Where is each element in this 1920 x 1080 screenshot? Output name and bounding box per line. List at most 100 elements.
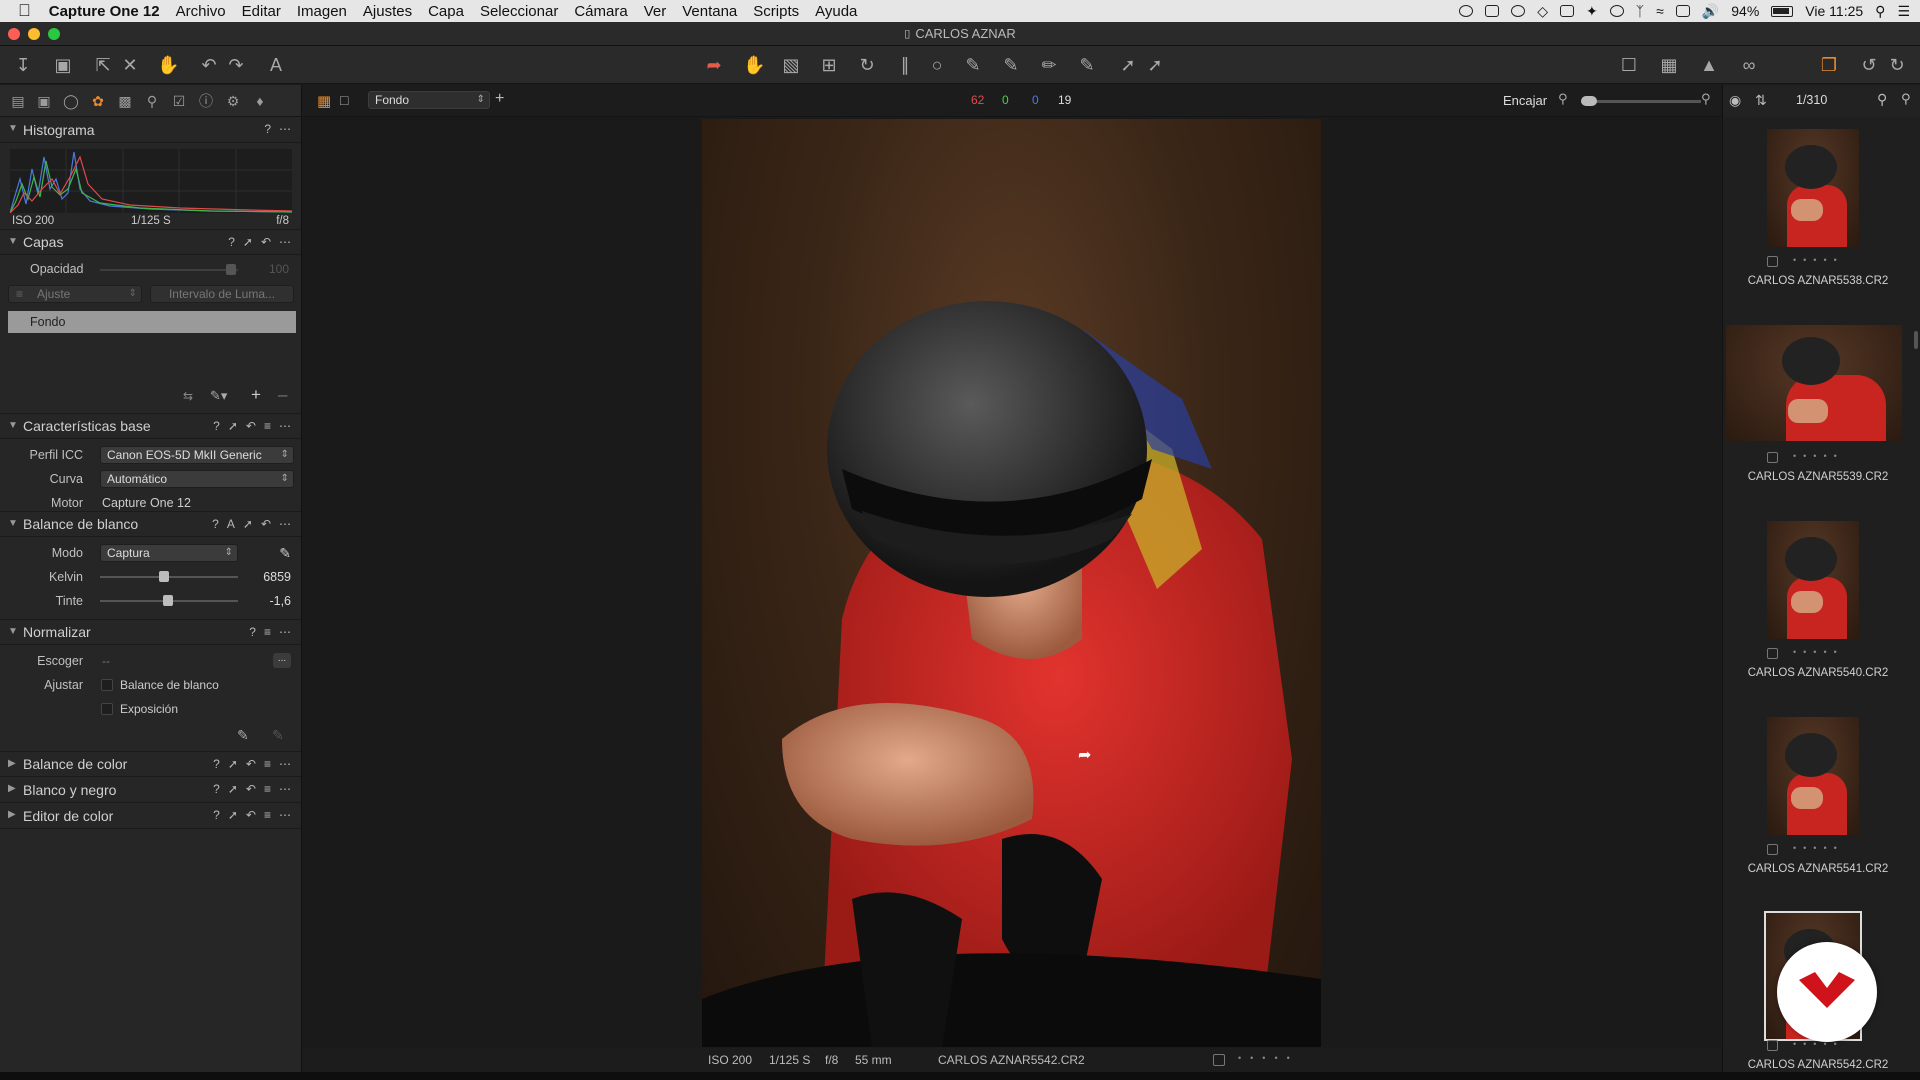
curve-dropdown[interactable]: Automático ⇕: [100, 470, 294, 488]
normalize-header[interactable]: ▼ Normalizar ? ≡ ⋯: [0, 619, 301, 645]
layers-header[interactable]: ▼ Capas ? ➚ ↶ ⋯: [0, 229, 301, 255]
apply-color-icon[interactable]: ✎: [272, 727, 284, 744]
picker-icon[interactable]: ➚: [1117, 54, 1139, 76]
tool-icon[interactable]: ✦: [1586, 3, 1598, 20]
presets-icon[interactable]: ≡: [264, 808, 271, 822]
refresh-icon[interactable]: ↻: [1886, 54, 1908, 76]
copy-icon[interactable]: ➚: [228, 419, 238, 433]
bluetooth-icon[interactable]: ᛉ: [1636, 3, 1644, 19]
grid-icon[interactable]: ▦: [1658, 54, 1680, 76]
image-viewer[interactable]: ➦: [303, 118, 1721, 1052]
opacity-value[interactable]: 100: [269, 262, 289, 276]
proof-icon[interactable]: ☐: [1618, 54, 1640, 76]
record-icon[interactable]: [1459, 5, 1474, 17]
layer-row[interactable]: Fondo: [8, 311, 296, 333]
thumbnail-item[interactable]: ••••• CARLOS AZNAR5540.CR2: [1723, 509, 1920, 705]
help-icon[interactable]: ?: [249, 625, 256, 639]
opacity-slider[interactable]: [100, 264, 238, 275]
star-rating[interactable]: •••••: [1238, 1053, 1299, 1063]
zoom-fit-label[interactable]: Encajar: [1503, 93, 1547, 108]
thumbnail-item[interactable]: ••••• CARLOS AZNAR5541.CR2: [1723, 705, 1920, 901]
thumbnail-checkbox[interactable]: [1767, 256, 1778, 267]
details-tab-icon[interactable]: ⚲: [144, 93, 160, 109]
close-window-button[interactable]: [8, 28, 20, 40]
reset-icon[interactable]: ↶: [246, 808, 256, 822]
zoom-browser-icon[interactable]: ⚲: [1901, 91, 1911, 107]
menu-ventana[interactable]: Ventana: [682, 3, 737, 20]
tint-slider-knob[interactable]: [162, 595, 173, 606]
eyedropper-icon[interactable]: ✎: [279, 545, 291, 562]
tint-value[interactable]: -1,6: [249, 594, 291, 608]
wb-checkbox[interactable]: [101, 679, 113, 691]
gradient-mask-icon[interactable]: ✏: [1038, 54, 1060, 76]
help-icon[interactable]: ?: [213, 782, 220, 796]
help-icon[interactable]: ?: [213, 419, 220, 433]
delete-icon[interactable]: ✕: [119, 54, 141, 76]
eye-icon[interactable]: ◉: [1729, 92, 1741, 109]
reset-icon[interactable]: ↶: [261, 235, 271, 249]
thumbnail-rating[interactable]: •••••: [1793, 451, 1844, 461]
menu-camara[interactable]: Cámara: [574, 3, 627, 20]
more-icon[interactable]: ⋯: [279, 782, 291, 796]
status-select-checkbox[interactable]: [1213, 1054, 1225, 1066]
wb-mode-dropdown[interactable]: Captura ⇕: [100, 544, 238, 562]
more-icon[interactable]: ⋯: [279, 235, 291, 249]
battery-icon[interactable]: [1771, 5, 1794, 17]
exposure-tab-icon[interactable]: ▩: [117, 93, 133, 109]
black-white-header[interactable]: ▶ Blanco y negro ? ➚ ↶ ≡ ⋯: [0, 777, 301, 803]
thumbnail-checkbox[interactable]: [1767, 648, 1778, 659]
zoom-out-icon[interactable]: ⚲: [1558, 91, 1568, 107]
copy-icon[interactable]: ➚: [228, 782, 238, 796]
swap-icon[interactable]: ⇆: [183, 389, 193, 403]
menu-capa[interactable]: Capa: [428, 3, 464, 20]
reset-icon[interactable]: ↶: [261, 517, 271, 531]
help-icon[interactable]: ?: [213, 757, 220, 771]
rotate-icon[interactable]: ↻: [856, 54, 878, 76]
thumbnail-rating[interactable]: •••••: [1793, 255, 1844, 265]
thumbnail-checkbox[interactable]: [1767, 844, 1778, 855]
loupe-icon[interactable]: ▧: [780, 54, 802, 76]
more-icon[interactable]: ⋯: [279, 625, 291, 639]
display-icon[interactable]: [1485, 5, 1500, 17]
luma-range-button[interactable]: Intervalo de Luma...: [150, 285, 294, 303]
help-icon[interactable]: ?: [264, 122, 271, 136]
import-icon[interactable]: ↧: [12, 54, 34, 76]
menu-archivo[interactable]: Archivo: [176, 3, 226, 20]
menu-imagen[interactable]: Imagen: [297, 3, 347, 20]
warning-icon[interactable]: ▲: [1698, 54, 1720, 76]
sort-icon[interactable]: ⇅: [1755, 92, 1767, 109]
reset-icon[interactable]: ↺: [1858, 54, 1880, 76]
brush-menu-icon[interactable]: ✎▾: [210, 388, 227, 404]
notification-center-icon[interactable]: ☰: [1897, 3, 1910, 20]
redo-icon[interactable]: ↷: [225, 54, 247, 76]
spot-removal-icon[interactable]: ○: [926, 54, 948, 76]
thumbnail-image[interactable]: [1767, 129, 1859, 247]
icc-profile-dropdown[interactable]: Canon EOS-5D MkII Generic ⇕: [100, 446, 294, 464]
menu-seleccionar[interactable]: Seleccionar: [480, 3, 558, 20]
exposure-checkbox[interactable]: [101, 703, 113, 715]
kelvin-slider-knob[interactable]: [158, 571, 169, 582]
grid-view-icon[interactable]: ▦: [317, 92, 331, 110]
layers-copy-icon[interactable]: ❐: [1818, 54, 1840, 76]
export-icon[interactable]: ⇱: [92, 54, 114, 76]
thumbnail-image[interactable]: [1767, 521, 1859, 639]
help-icon[interactable]: ?: [228, 235, 235, 249]
creative-cloud-icon[interactable]: [1511, 5, 1526, 17]
compare-icon[interactable]: ∞: [1738, 54, 1760, 76]
reset-icon[interactable]: ↶: [246, 419, 256, 433]
text-icon[interactable]: A: [265, 54, 287, 76]
hand-icon[interactable]: ✋: [157, 54, 179, 76]
dropbox-icon[interactable]: ◇: [1537, 3, 1548, 20]
copy-adjustments-icon[interactable]: ➚: [1144, 54, 1166, 76]
thumbnail-image[interactable]: [1767, 717, 1859, 835]
output-tab-icon[interactable]: ⚙: [225, 93, 241, 109]
globe-icon[interactable]: [1609, 5, 1624, 17]
remove-layer-icon[interactable]: –: [278, 385, 287, 405]
airplay-icon[interactable]: [1675, 5, 1690, 17]
kelvin-value[interactable]: 6859: [249, 570, 291, 584]
select-cursor-icon[interactable]: ➦: [703, 54, 725, 76]
menu-app[interactable]: Capture One 12: [49, 3, 160, 20]
menu-ver[interactable]: Ver: [644, 3, 667, 20]
presets-icon[interactable]: ≡: [264, 757, 271, 771]
adjust-dropdown[interactable]: ≡ Ajuste ⇕: [8, 285, 142, 303]
